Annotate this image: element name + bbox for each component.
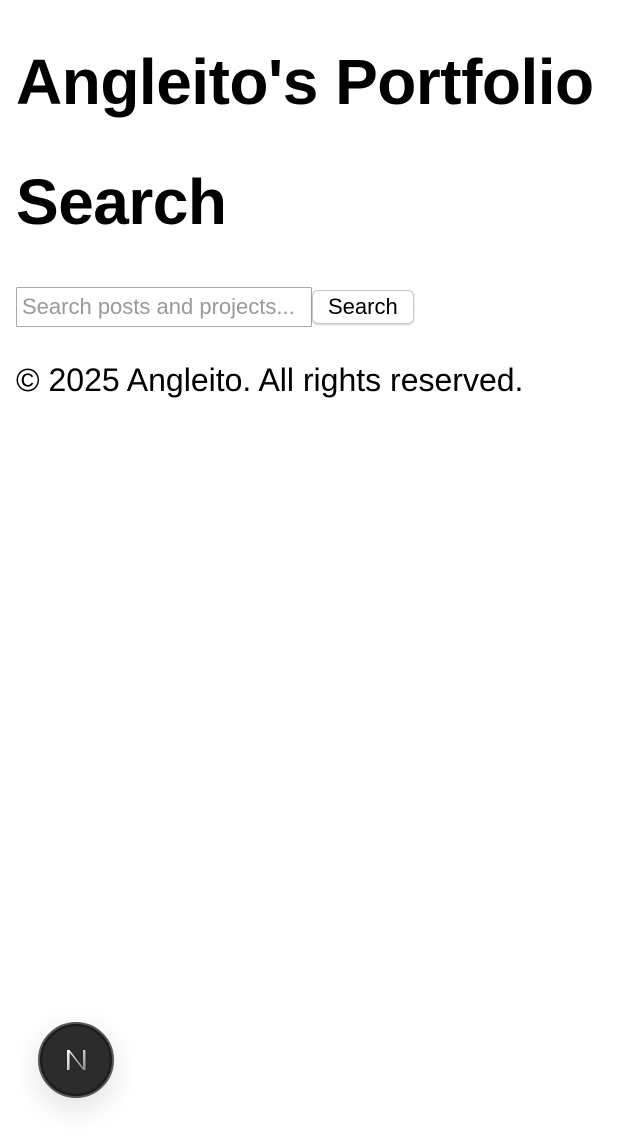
search-button[interactable]: Search <box>312 290 414 324</box>
page-title: Search <box>16 166 227 238</box>
site-title: Angleito's Portfolio <box>16 46 594 118</box>
search-form: Search <box>16 287 414 327</box>
copyright-footer: © 2025 Angleito. All rights reserved. <box>16 362 524 398</box>
page: Angleito's Portfolio Search Search © 202… <box>0 0 640 1136</box>
nextjs-dev-indicator-button[interactable] <box>38 1022 114 1098</box>
search-input[interactable] <box>16 287 312 327</box>
nextjs-logo-icon <box>67 1050 86 1070</box>
